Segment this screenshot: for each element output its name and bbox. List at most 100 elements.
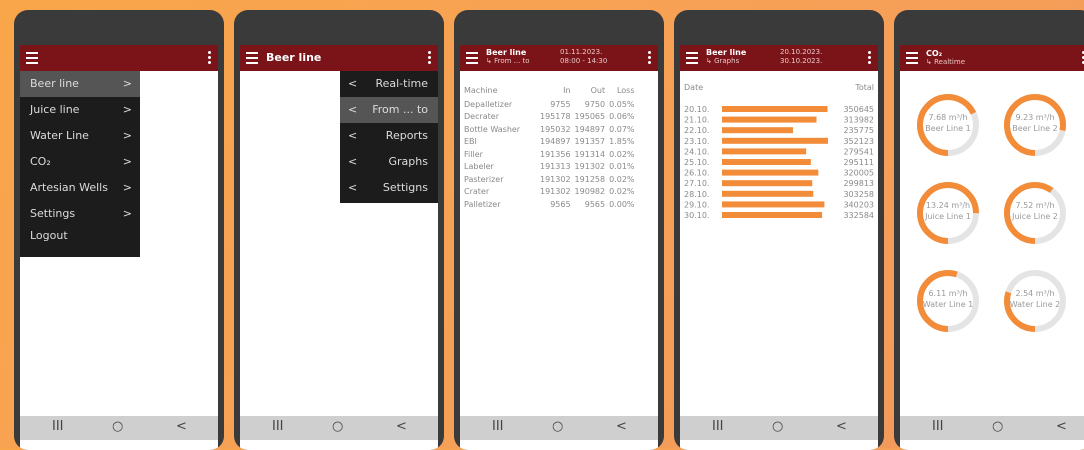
cell-loss: 0.05% <box>609 99 635 109</box>
bar-category-label: 23.10. <box>684 137 709 146</box>
menu-item-label: Settings <box>30 207 76 220</box>
home-icon[interactable]: ○ <box>112 419 123 434</box>
main-menu: Beer line > Juice line > Water Line > CO₂ > … <box>20 71 140 257</box>
page-title: Beer line <box>266 51 322 64</box>
submenu-item-label: Real-time <box>375 77 428 90</box>
bar <box>722 148 807 155</box>
hamburger-icon[interactable] <box>246 52 258 64</box>
bar-category-label: 21.10. <box>684 116 709 125</box>
cell-loss: 0.07% <box>609 124 635 134</box>
cell-machine: Palletizer <box>464 199 501 209</box>
bar-value-label: 352123 <box>843 137 874 146</box>
flow-gauge[interactable]: 2.54 m³/h Water Line 2 <box>1003 269 1067 333</box>
recent-apps-icon[interactable]: III <box>272 419 284 434</box>
cell-machine: Filler <box>464 149 483 159</box>
recent-apps-icon[interactable]: III <box>712 419 724 434</box>
back-icon[interactable]: < <box>1056 419 1067 434</box>
table-row: Decrater 195178 195065 0.06% <box>464 111 635 124</box>
bar-value-label: 279541 <box>843 147 874 156</box>
submenu-item-real-time[interactable]: < Real-time <box>340 71 438 97</box>
hamburger-icon[interactable] <box>686 52 698 64</box>
kebab-icon[interactable] <box>428 51 432 65</box>
cell-in: 191302 <box>540 187 571 197</box>
cell-loss: 0.01% <box>609 162 635 172</box>
hamburger-icon[interactable] <box>466 52 478 64</box>
menu-item-artesian-wells[interactable]: Artesian Wells > <box>20 175 140 201</box>
menu-item-juice-line[interactable]: Juice line > <box>20 97 140 123</box>
recent-apps-icon[interactable]: III <box>52 419 64 434</box>
submenu-item-settings[interactable]: < Settigns <box>340 175 438 201</box>
kebab-icon[interactable] <box>868 51 872 65</box>
machine-table: Machine In Out Loss Depalletizer 9755 9750… <box>464 83 635 211</box>
cell-machine: Pasterizer <box>464 174 504 184</box>
menu-item-logout[interactable]: Logout <box>20 227 140 249</box>
back-icon[interactable]: < <box>396 419 407 434</box>
submenu-item-from-to[interactable]: < From ... to <box>340 97 438 123</box>
table-row: Filler 191356 191314 0.02% <box>464 148 635 161</box>
gauge-value: 13.24 m³/h <box>925 201 971 210</box>
bar <box>722 127 793 134</box>
table-row: EBI 194897 191357 1.85% <box>464 136 635 149</box>
menu-item-settings[interactable]: Settings > <box>20 201 140 227</box>
back-icon[interactable]: < <box>836 419 847 434</box>
gauge-value: 9.23 m³/h <box>1015 113 1055 122</box>
cell-in: 191313 <box>540 162 571 172</box>
flow-gauge[interactable]: 13.24 m³/h Juice Line 1 <box>916 181 980 245</box>
hamburger-icon[interactable] <box>26 52 38 64</box>
cell-out: 9565 <box>584 199 606 209</box>
header-machine: Machine <box>464 86 498 95</box>
bar-category-label: 22.10. <box>684 126 709 135</box>
bar-value-label: 350645 <box>843 105 874 114</box>
bar <box>722 159 811 165</box>
header-loss: Loss <box>616 86 635 95</box>
submenu-item-label: Settigns <box>382 181 428 194</box>
bar-category-label: 26.10. <box>684 169 709 178</box>
cell-loss: 0.02% <box>609 149 635 159</box>
kebab-icon[interactable] <box>648 51 652 65</box>
chevron-right-icon: > <box>122 129 132 142</box>
bar-category-label: 27.10. <box>684 179 709 188</box>
home-icon[interactable]: ○ <box>772 419 783 434</box>
table-row: Crater 191302 190982 0.02% <box>464 186 635 199</box>
cell-in: 195032 <box>540 124 571 134</box>
back-icon[interactable]: < <box>616 419 627 434</box>
header-out: Out <box>590 86 606 95</box>
menu-item-label: CO₂ <box>30 155 51 168</box>
recent-apps-icon[interactable]: III <box>932 419 944 434</box>
menu-item-water-line[interactable]: Water Line > <box>20 123 140 149</box>
kebab-icon[interactable] <box>208 51 212 65</box>
submenu-item-graphs[interactable]: < Graphs <box>340 149 438 175</box>
cell-machine: EBI <box>464 137 477 147</box>
app-bar <box>20 45 218 71</box>
subtitle-text: From ... to <box>494 57 530 65</box>
flow-gauge[interactable]: 9.23 m³/h Beer Line 2 <box>1003 93 1067 157</box>
bar-value-label: 303258 <box>843 190 874 199</box>
cell-loss: 0.02% <box>609 174 635 184</box>
home-icon[interactable]: ○ <box>992 419 1003 434</box>
cell-loss: 0.02% <box>609 187 635 197</box>
chevron-left-icon: < <box>348 103 358 116</box>
table-row: Bottle Washer 195032 194897 0.07% <box>464 123 635 136</box>
flow-gauge[interactable]: 7.68 m³/h Beer Line 1 <box>916 93 980 157</box>
chevron-right-icon: > <box>122 181 132 194</box>
page-title: Beer line ↳ Graphs <box>706 48 746 66</box>
flow-gauge[interactable]: 6.11 m³/h Water Line 1 <box>916 269 980 333</box>
gauge-line-name: Water Line 1 <box>922 300 974 309</box>
bar <box>722 201 825 208</box>
flow-gauge[interactable]: 7.52 m³/h Juice Line 2 <box>1003 181 1067 245</box>
menu-item-beer-line[interactable]: Beer line > <box>20 71 140 97</box>
table-row: Labeler 191313 191302 0.01% <box>464 161 635 174</box>
home-icon[interactable]: ○ <box>552 419 563 434</box>
hamburger-icon[interactable] <box>906 52 918 64</box>
submenu-item-reports[interactable]: < Reports <box>340 123 438 149</box>
chevron-left-icon: < <box>348 77 358 90</box>
menu-item-co2[interactable]: CO₂ > <box>20 149 140 175</box>
submenu: < Real-time < From ... to < Reports < Graphs… <box>340 71 438 203</box>
subdirectory-arrow-icon: ↳ <box>486 57 495 65</box>
page-title: Beer line ↳ From ... to <box>486 48 530 66</box>
recent-apps-icon[interactable]: III <box>492 419 504 434</box>
chevron-right-icon: > <box>122 103 132 116</box>
home-icon[interactable]: ○ <box>332 419 343 434</box>
screen-main-menu: Beer line > Juice line > Water Line > CO₂ > … <box>20 45 218 450</box>
back-icon[interactable]: < <box>176 419 187 434</box>
